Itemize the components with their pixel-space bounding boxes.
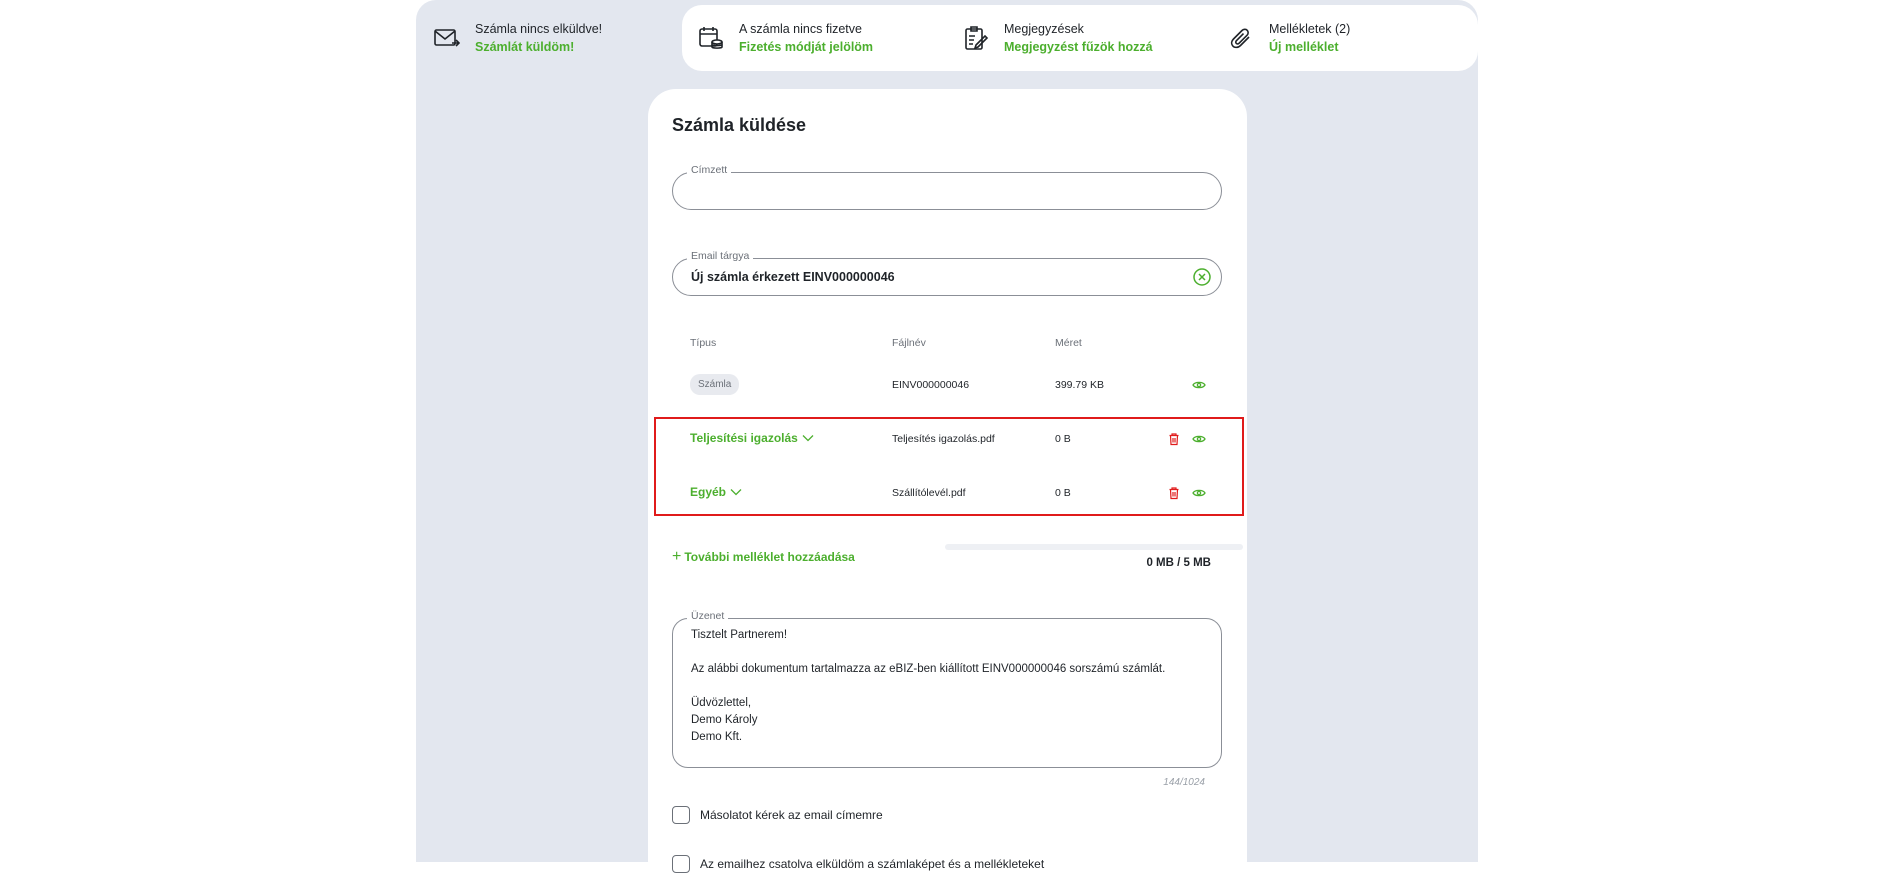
tab-notes[interactable]: Megjegyzések Megjegyzést fűzök hozzá [961, 5, 1153, 71]
attach-files-label: Az emailhez csatolva elküldöm a számlaké… [700, 857, 1045, 871]
subject-field[interactable]: Email tárgya Új számla érkezett EINV0000… [672, 250, 1222, 296]
eye-icon[interactable] [1192, 378, 1206, 392]
add-attachment-label: További melléklet hozzáadása [684, 550, 855, 564]
message-textarea[interactable]: Üzenet Tisztelt Partnerem! Az alábbi dok… [672, 610, 1222, 768]
tab-title: Megjegyzések [1004, 22, 1084, 36]
tab-title: Számla nincs elküldve! [475, 22, 603, 36]
recipient-label: Címzett [687, 164, 732, 176]
invoice-type-badge: Számla [690, 374, 740, 395]
copy-to-me-checkbox[interactable] [672, 806, 690, 824]
tab-action: Új melléklet [1269, 40, 1339, 54]
add-attachment-link[interactable]: + További melléklet hozzáadása [672, 548, 855, 565]
subject-value: Új számla érkezett EINV000000046 [691, 270, 895, 284]
message-line: Demo Károly [691, 714, 758, 726]
invoice-status-tabs: Számla nincs elküldve! Számlát küldöm! A… [416, 5, 1478, 71]
card-title: Számla küldése [672, 115, 807, 135]
paperclip-icon [1226, 23, 1256, 53]
message-line: Üdvözlettel, [691, 697, 752, 709]
mail-send-icon [432, 23, 462, 53]
filename-cell: EINV000000046 [892, 379, 970, 391]
notes-edit-icon [961, 23, 991, 53]
storage-usage-bar [945, 544, 1243, 550]
clear-icon[interactable] [1193, 268, 1211, 286]
tab-send-status[interactable]: Számla nincs elküldve! Számlát küldöm! [432, 5, 602, 71]
tab-title: A számla nincs fizetve [739, 22, 862, 36]
tab-payment-status[interactable]: A számla nincs fizetve Fizetés módját je… [696, 5, 873, 71]
copy-to-me-label: Másolatot kérek az email címemre [700, 808, 883, 822]
tab-action: Számlát küldöm! [475, 40, 575, 54]
tab-title: Mellékletek (2) [1269, 22, 1351, 36]
storage-usage-text: 0 MB / 5 MB [1146, 557, 1211, 569]
character-counter: 144/1024 [1163, 777, 1205, 788]
subject-label: Email tárgya [687, 250, 754, 262]
size-cell: 399.79 KB [1055, 379, 1105, 391]
tab-action: Megjegyzést fűzök hozzá [1004, 40, 1153, 54]
message-line: Tisztelt Partnerem! [691, 629, 788, 641]
column-header-filename: Fájlnév [892, 337, 926, 349]
plus-icon: + [672, 548, 682, 565]
message-line: Az alábbi dokumentum tartalmazza az eBIZ… [691, 663, 1166, 675]
attach-files-checkbox[interactable] [672, 855, 690, 873]
tab-action: Fizetés módját jelölöm [739, 40, 874, 54]
tab-attachments[interactable]: Mellékletek (2) Új melléklet [1226, 5, 1350, 71]
recipient-field[interactable]: Címzett [672, 164, 1222, 210]
calendar-coins-icon [696, 23, 726, 53]
message-label: Üzenet [687, 610, 729, 622]
message-line: Demo Kft. [691, 731, 743, 743]
column-header-size: Méret [1055, 337, 1082, 349]
column-header-type: Típus [690, 337, 717, 349]
highlight-box [654, 417, 1244, 516]
